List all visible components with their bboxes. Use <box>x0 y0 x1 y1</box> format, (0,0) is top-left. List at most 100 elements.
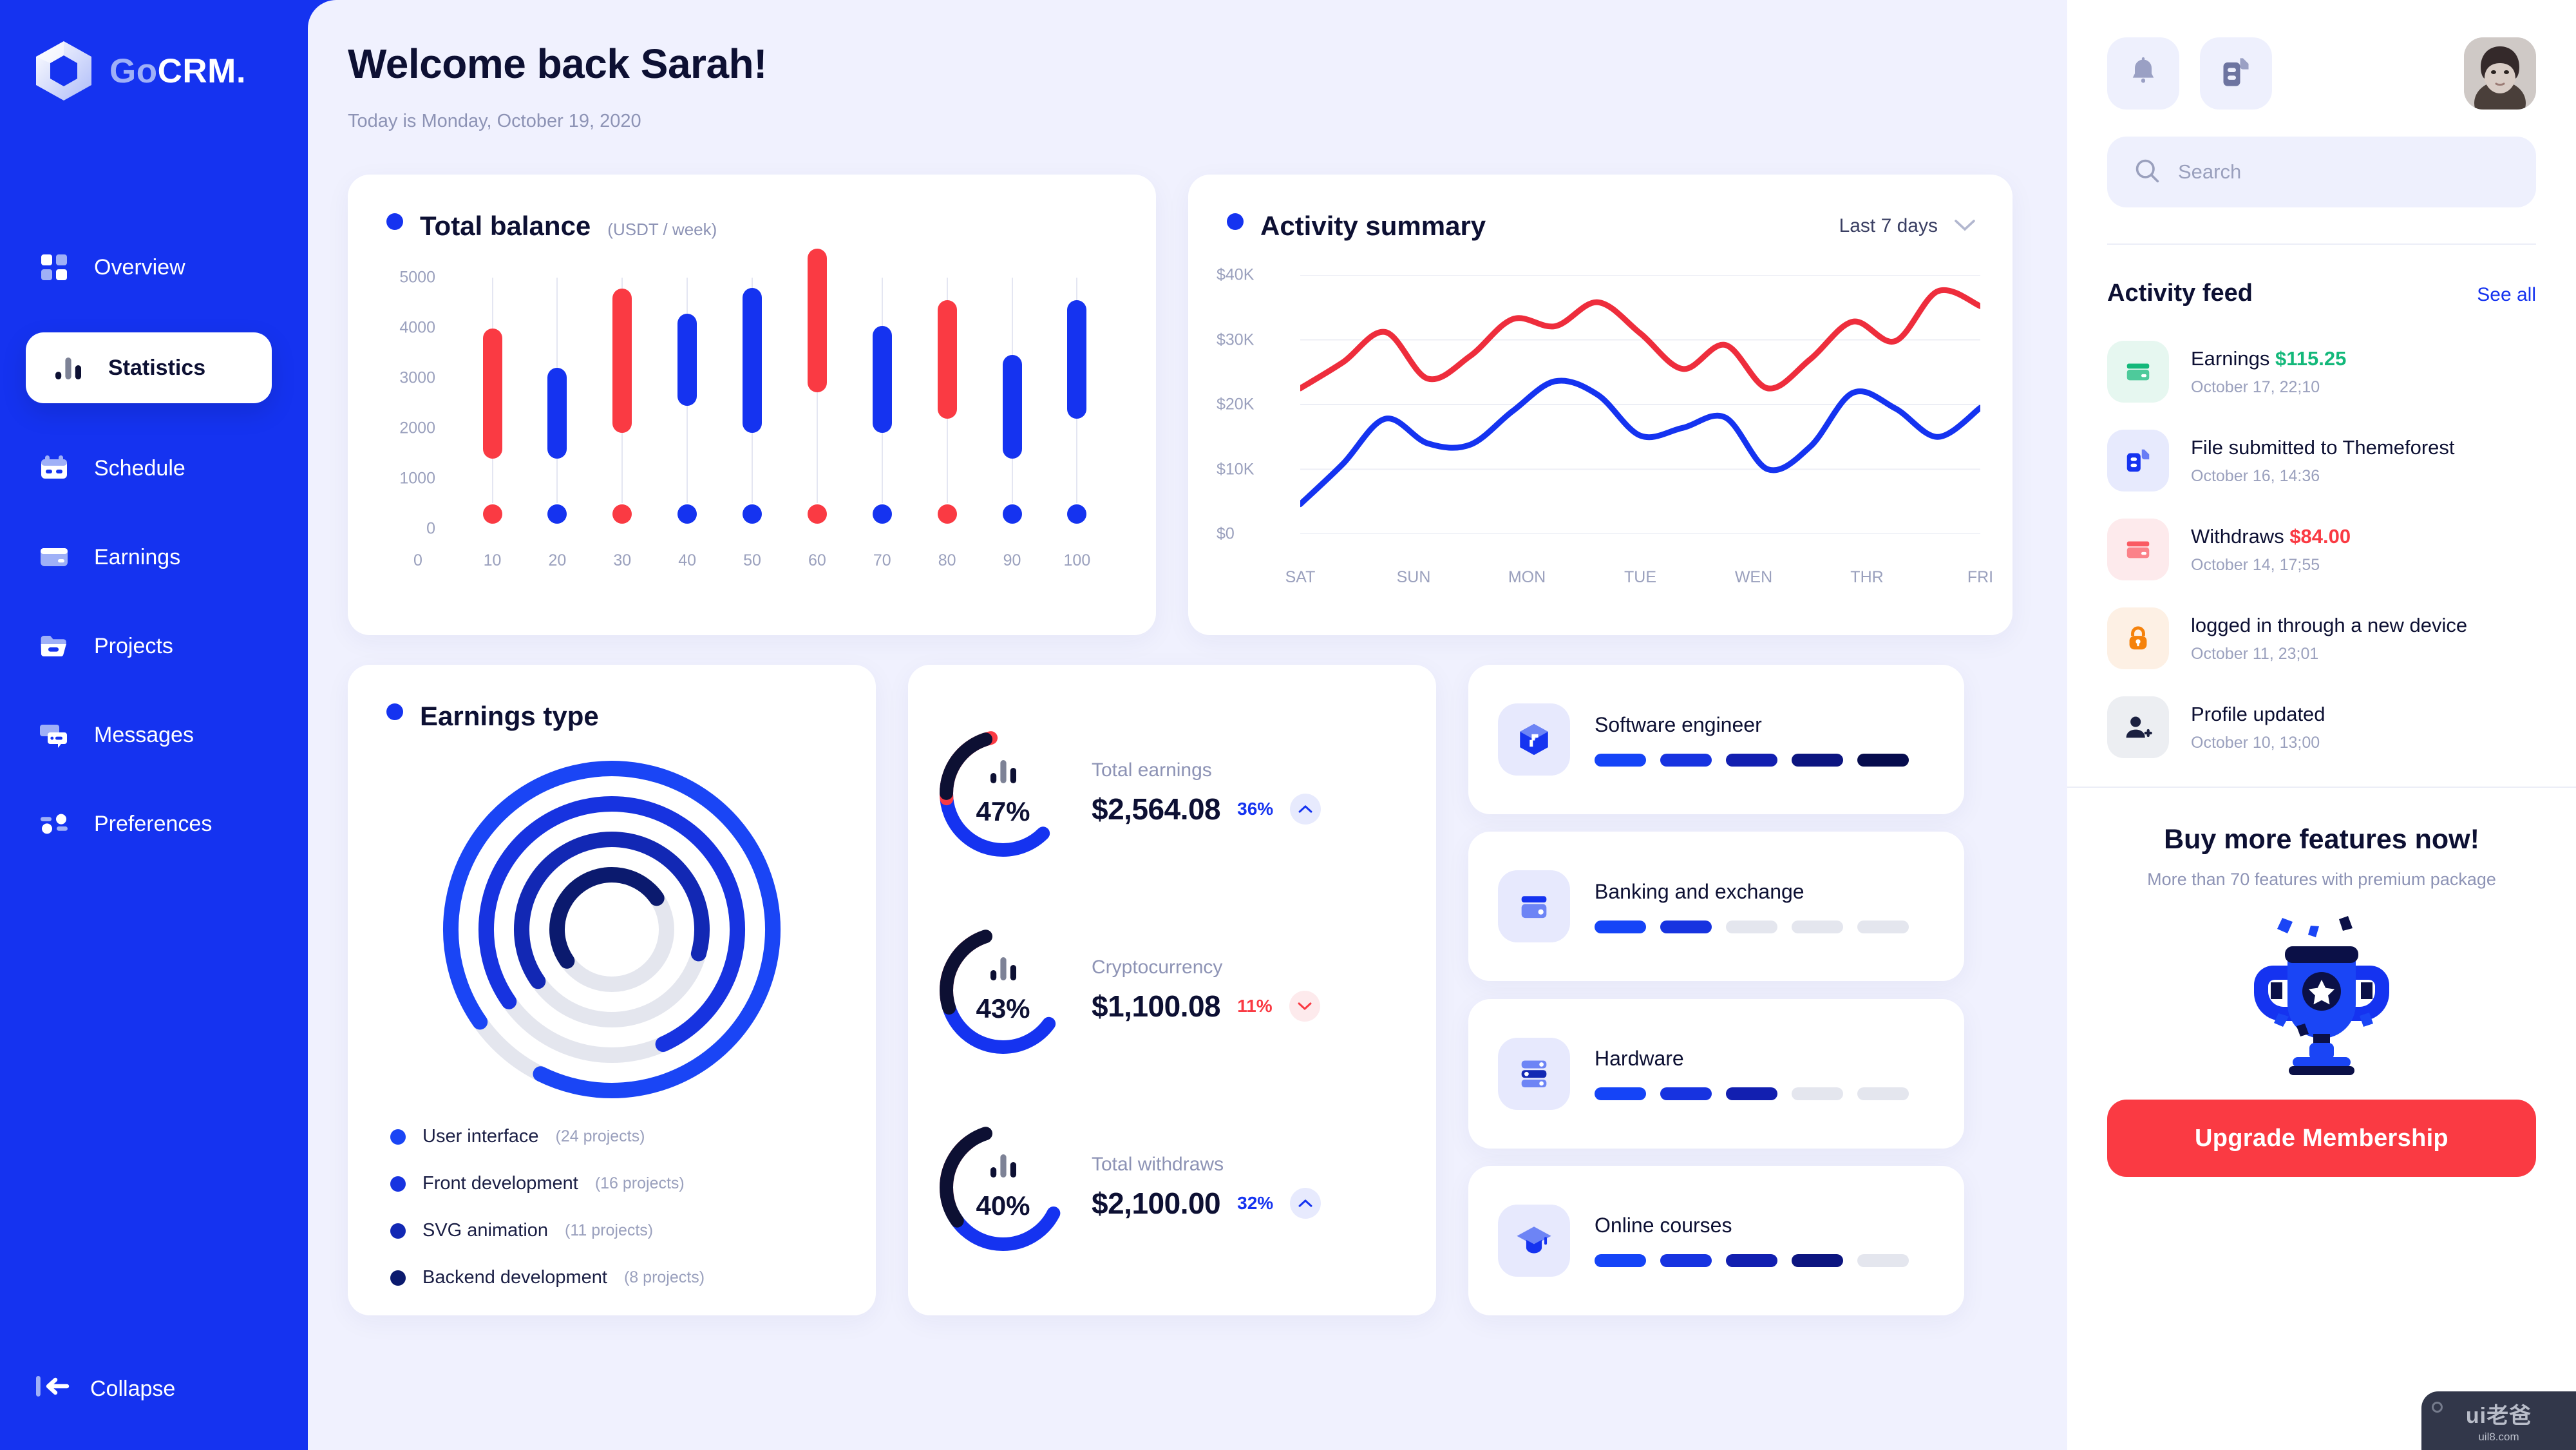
stat-percent: 47% <box>976 796 1030 826</box>
skill-progress <box>1595 1087 1909 1101</box>
sidebar-item-statistics[interactable]: Statistics <box>26 332 272 403</box>
y-axis-tick: $30K <box>1217 330 1255 348</box>
x-axis-tick: 90 <box>1003 551 1021 569</box>
lock-icon <box>2107 607 2169 669</box>
legend-color-dot <box>390 1176 406 1192</box>
sidebar-item-earnings[interactable]: Earnings <box>0 533 308 581</box>
chevron-down-icon[interactable] <box>1289 991 1320 1022</box>
bar-column[interactable]: 90 <box>999 278 1025 569</box>
stat-text: Total earnings $2,564.08 36% <box>1092 759 1410 826</box>
watermark: ui老爸 uil8.com <box>2421 1391 2576 1450</box>
search-bar[interactable] <box>2107 137 2536 207</box>
feed-item[interactable]: Withdraws $84.00 October 14, 17;55 <box>2107 519 2536 580</box>
sidebar-item-preferences[interactable]: Preferences <box>0 800 308 848</box>
baseline-dot <box>482 504 502 524</box>
y-axis-tick: 2000 <box>399 419 435 437</box>
bar-column[interactable]: 80 <box>934 278 960 569</box>
x-axis-tick: 100 <box>1063 551 1091 569</box>
legend-item: SVG animation (11 projects) <box>390 1220 848 1241</box>
date-range-label: Last 7 days <box>1839 215 1938 236</box>
see-all-link[interactable]: See all <box>2477 284 2536 306</box>
skill-name: Online courses <box>1595 1214 1732 1237</box>
card-title: Total balance <box>420 211 591 241</box>
feed-text: Withdraws $84.00 <box>2191 524 2351 548</box>
stat-text: Cryptocurrency $1,100.08 11% <box>1092 957 1410 1024</box>
baseline-dot <box>547 504 567 524</box>
sidebar-item-schedule[interactable]: Schedule <box>0 444 308 492</box>
x-axis-tick: SUN <box>1396 568 1431 586</box>
sidebar-nav: Overview Statistics Schedule Earnings Pr… <box>0 243 308 889</box>
skill-card[interactable]: Software engineer <box>1468 665 1964 814</box>
stat-delta: 11% <box>1237 996 1273 1016</box>
skill-progress <box>1595 920 1909 933</box>
files-button[interactable] <box>2200 37 2272 110</box>
skills-column: Software engineer Banking and exchange Har… <box>1468 665 1964 1315</box>
x-axis-tick: 60 <box>808 551 826 569</box>
bar-column[interactable]: 30 <box>609 278 635 569</box>
notifications-button[interactable] <box>2107 37 2179 110</box>
bar-column[interactable]: 50 <box>739 278 765 569</box>
range-bar <box>677 313 697 406</box>
chevron-up-icon[interactable] <box>1290 794 1321 825</box>
logo[interactable]: GoCRM. <box>0 0 308 100</box>
bar-column[interactable]: 70 <box>869 278 895 569</box>
total-balance-card: Total balance (USDT / week) 0 5000 4000 30… <box>348 175 1156 635</box>
bullet-icon <box>1227 213 1244 230</box>
sidebar-item-messages[interactable]: Messages <box>0 711 308 759</box>
collapse-button[interactable]: Collapse <box>36 1373 175 1405</box>
feed-item[interactable]: File submitted to Themeforest October 16,… <box>2107 430 2536 491</box>
credit-card-icon <box>2107 341 2169 403</box>
range-bar <box>547 368 567 459</box>
stat-value: $1,100.08 <box>1092 989 1221 1023</box>
avatar[interactable] <box>2464 37 2536 110</box>
bar-column[interactable]: 10 <box>480 278 506 569</box>
bar-column[interactable]: 20 <box>544 278 570 569</box>
sidebar-item-label: Messages <box>94 722 194 747</box>
promo-subtitle: More than 70 features with premium packa… <box>2147 870 2496 889</box>
bar-plot-area: 10 20 30 40 50 60 70 80 90 100 <box>452 249 1121 569</box>
progress-segment <box>1857 1087 1909 1101</box>
bar-column[interactable]: 100 <box>1064 278 1090 569</box>
y-axis-tick: 3000 <box>399 368 435 387</box>
baseline-dot <box>677 504 697 524</box>
sidebar-item-overview[interactable]: Overview <box>0 243 308 291</box>
bar-column[interactable]: 60 <box>804 249 830 569</box>
stat-donut: 40% <box>934 1118 1072 1257</box>
collapse-arrow-icon <box>36 1373 70 1405</box>
card-title: Activity summary <box>1260 211 1486 241</box>
x-axis-tick: 50 <box>743 551 761 569</box>
add-user-icon <box>2107 696 2169 758</box>
search-icon <box>2134 158 2160 187</box>
feed-item[interactable]: Profile updated October 10, 13;00 <box>2107 696 2536 758</box>
x-axis-tick: 30 <box>613 551 632 569</box>
progress-segment <box>1726 753 1777 767</box>
legend-label: Front development <box>422 1173 578 1194</box>
activity-feed-header: Activity feed See all <box>2067 245 2576 307</box>
legend-label: Backend development <box>422 1267 607 1288</box>
sidebar-item-label: Statistics <box>108 355 206 380</box>
chat-icon <box>36 717 72 753</box>
date-range-dropdown[interactable]: Last 7 days <box>1839 215 1984 237</box>
feed-text: logged in through a new device <box>2191 613 2468 636</box>
feed-item[interactable]: logged in through a new device October 11… <box>2107 607 2536 669</box>
watermark-top: ui老爸 <box>2465 1404 2532 1428</box>
progress-segment <box>1595 1254 1646 1268</box>
feed-item[interactable]: Earnings $115.25 October 17, 22;10 <box>2107 341 2536 403</box>
credit-card-icon <box>36 539 72 575</box>
upgrade-membership-button[interactable]: Upgrade Membership <box>2107 1100 2536 1177</box>
wallet-icon <box>1498 870 1570 943</box>
skill-card[interactable]: Banking and exchange <box>1468 832 1964 982</box>
earnings-stats-card: 47% Total earnings $2,564.08 36% 43% Cryptocu… <box>908 665 1436 1315</box>
bar-column[interactable]: 40 <box>674 278 700 569</box>
bar-chart-icon <box>50 350 86 386</box>
y-axis-tick: 4000 <box>399 318 435 337</box>
x-axis-tick: 80 <box>938 551 956 569</box>
skill-card[interactable]: Hardware <box>1468 998 1964 1149</box>
cube-icon <box>1498 703 1570 776</box>
stat-donut: 43% <box>934 921 1072 1060</box>
skill-card[interactable]: Online courses <box>1468 1165 1964 1315</box>
sidebar-item-label: Projects <box>94 633 173 658</box>
search-input[interactable] <box>2178 160 2509 184</box>
chevron-up-icon[interactable] <box>1290 1188 1321 1219</box>
sidebar-item-projects[interactable]: Projects <box>0 622 308 670</box>
